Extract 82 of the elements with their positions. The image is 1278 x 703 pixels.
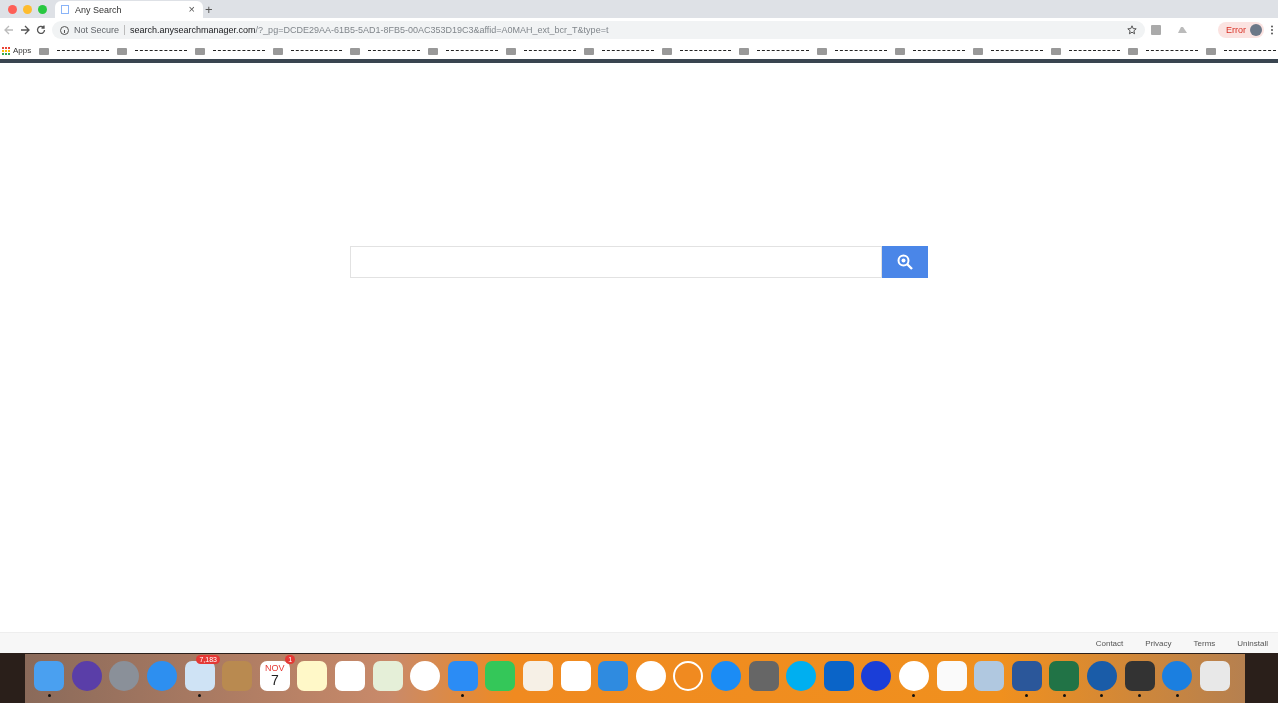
app-icon[interactable]	[673, 660, 704, 691]
back-icon[interactable]	[4, 25, 14, 35]
star-icon[interactable]	[1127, 25, 1137, 35]
reload-icon[interactable]	[36, 25, 46, 35]
redaction-line	[601, 50, 654, 51]
redaction-line	[757, 50, 810, 51]
calendar-month: NOV	[265, 664, 285, 673]
folder-icon[interactable]	[972, 46, 983, 55]
redaction-line	[290, 50, 343, 51]
redaction-line	[913, 50, 965, 51]
app-icon[interactable]	[861, 660, 892, 691]
app-icon[interactable]	[560, 660, 591, 691]
app-icon[interactable]	[1049, 660, 1080, 691]
folder-icon[interactable]	[428, 46, 439, 55]
app-icon[interactable]	[823, 660, 854, 691]
info-icon	[60, 25, 69, 35]
search-icon	[897, 254, 913, 270]
minimize-window-button[interactable]	[23, 4, 32, 14]
extension-icon[interactable]	[1151, 25, 1161, 35]
app-icon[interactable]	[372, 660, 403, 691]
folder-icon[interactable]	[895, 46, 905, 55]
app-icon[interactable]	[1086, 660, 1117, 691]
url-text: search.anysearchmanager.com/?_pg=DCDE29AA-61B5-5AD1-8FB5-00AC353D19C3&affid=A0MAH_ext_bcr_T&type=t	[130, 25, 610, 35]
new-tab-button[interactable]: +	[203, 2, 215, 16]
app-icon[interactable]	[898, 660, 929, 691]
footer-link[interactable]: Privacy	[1145, 638, 1172, 648]
folder-icon[interactable]	[117, 46, 128, 55]
apps-grid-icon	[2, 46, 10, 55]
redaction-line	[990, 50, 1043, 51]
search-button[interactable]	[882, 246, 928, 278]
page-icon	[61, 5, 69, 14]
app-icon[interactable]	[410, 660, 441, 691]
redaction-line	[368, 50, 421, 51]
footer-link[interactable]: Uninstall	[1237, 638, 1268, 648]
zoom-window-button[interactable]	[38, 4, 47, 14]
folder-icon[interactable]	[350, 46, 361, 55]
redaction-line	[835, 50, 887, 51]
footer-link[interactable]: Terms	[1193, 638, 1216, 648]
forward-icon[interactable]	[20, 25, 30, 35]
redaction-line	[679, 50, 732, 51]
folder-icon[interactable]	[506, 46, 516, 55]
calendar-day: 7	[270, 673, 279, 687]
app-icon[interactable]	[748, 660, 779, 691]
redaction-line	[446, 50, 498, 51]
folder-icon[interactable]	[39, 46, 50, 55]
redaction-line	[212, 50, 265, 51]
folder-icon[interactable]	[661, 46, 672, 55]
app-icon[interactable]	[936, 660, 967, 691]
app-icon[interactable]	[1124, 660, 1155, 691]
folder-icon[interactable]	[1050, 46, 1061, 55]
redaction-line	[524, 50, 576, 51]
app-icon[interactable]	[523, 660, 553, 691]
folder-icon[interactable]	[272, 46, 283, 55]
folder-icon[interactable]	[1206, 46, 1217, 55]
avatar-icon	[1250, 24, 1262, 36]
app-icon[interactable]	[1011, 660, 1042, 691]
search-field[interactable]	[350, 246, 882, 278]
close-tab-button[interactable]: ×	[186, 4, 197, 15]
trash-icon[interactable]	[1199, 660, 1230, 691]
folder-icon[interactable]	[1128, 46, 1139, 55]
tab-title: Any Search	[75, 4, 123, 15]
app-icon[interactable]	[635, 660, 666, 691]
folder-icon[interactable]	[194, 46, 205, 55]
footer-link[interactable]: Contact	[1095, 638, 1124, 648]
folder-icon[interactable]	[817, 46, 828, 55]
redaction-line	[135, 50, 187, 51]
redaction-line	[57, 50, 110, 51]
menu-icon[interactable]	[1270, 25, 1274, 35]
folder-icon[interactable]	[739, 46, 750, 55]
profile-error-button[interactable]: Error	[1218, 22, 1264, 38]
close-window-button[interactable]	[8, 4, 17, 14]
app-icon[interactable]: NOV 7	[259, 660, 290, 691]
address-bar[interactable]: Not Secure search.anysearchmanager.com/?_pg=DCDE29AA-61B5-5AD1-8FB5-00AC353D19C3&affid=A0MAH_ext_bcr_T&type=t	[52, 21, 1145, 39]
redaction-line	[1068, 50, 1121, 51]
app-icon[interactable]	[335, 660, 366, 691]
apps-link[interactable]: Apps	[13, 46, 32, 55]
app-icon[interactable]	[297, 660, 328, 691]
folder-icon[interactable]	[583, 46, 594, 55]
security-label: Not Secure	[74, 25, 126, 35]
redaction-line	[1146, 50, 1199, 51]
redaction-line	[1224, 50, 1276, 51]
browser-tab[interactable]: Any Search ×	[55, 1, 203, 18]
